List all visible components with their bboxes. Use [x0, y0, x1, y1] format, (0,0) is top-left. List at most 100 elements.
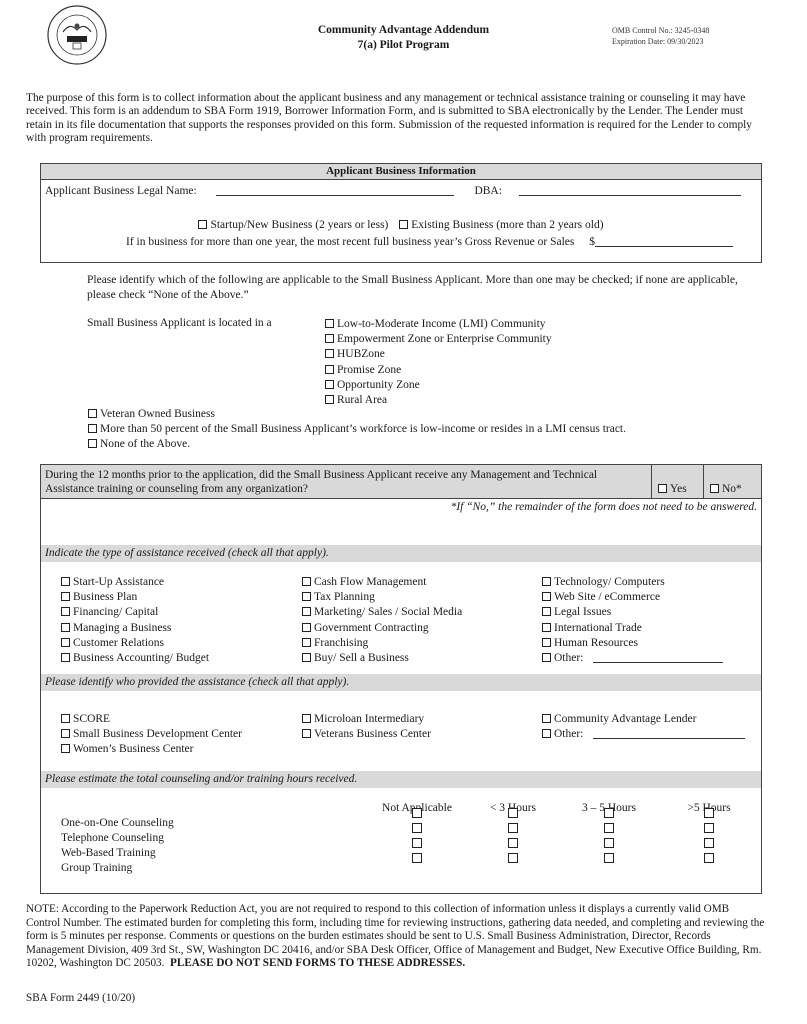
checkbox-label: Tax Planning [314, 591, 375, 604]
checkbox-item-low-to-moderate-income-lmi-community[interactable]: Low-to-Moderate Income (LMI) Community [325, 317, 552, 332]
checkbox-item-business-plan[interactable]: Business Plan [61, 590, 209, 605]
checkbox-item-franchising[interactable]: Franchising [302, 636, 462, 651]
checkbox-item-human-resources[interactable]: Human Resources [542, 636, 723, 651]
checkbox-label: Business Accounting/ Budget [73, 652, 210, 665]
hours-checkbox-web-based-training-0[interactable] [412, 838, 422, 848]
checkbox-item-customer-relations[interactable]: Customer Relations [61, 636, 209, 651]
hours-checkbox-group-training-2[interactable] [604, 853, 614, 863]
checkbox[interactable] [325, 395, 334, 405]
checkbox-item-tax-planning[interactable]: Tax Planning [302, 590, 462, 605]
checkbox[interactable] [542, 729, 551, 739]
hours-checkbox-telephone-counseling-2[interactable] [604, 823, 614, 833]
checkbox[interactable] [302, 714, 311, 723]
hours-checkbox-group-training-3[interactable] [704, 853, 714, 863]
other-field[interactable] [593, 651, 724, 664]
checkbox-item-veteran-owned-business[interactable]: Veteran Owned Business [88, 407, 626, 422]
checkbox[interactable] [325, 364, 334, 374]
checkbox[interactable] [88, 424, 97, 433]
checkbox[interactable] [61, 637, 70, 647]
checkbox-item-legal-issues[interactable]: Legal Issues [542, 605, 723, 620]
checkbox-label: HUBZone [337, 348, 385, 361]
checkbox[interactable] [61, 653, 70, 663]
provider-column: Microloan Intermediary Veterans Business … [302, 712, 431, 742]
checkbox[interactable] [542, 637, 551, 647]
checkbox[interactable] [61, 729, 70, 739]
checkbox[interactable] [302, 653, 311, 663]
checkbox-item-rural-area[interactable]: Rural Area [325, 393, 552, 408]
checkbox-item-other[interactable]: Other: [542, 727, 746, 742]
checkbox-item-women-s-business-center[interactable]: Women’s Business Center [61, 742, 242, 757]
checkbox-item-buy-sell-a-business[interactable]: Buy/ Sell a Business [302, 651, 462, 666]
checkbox-item-marketing-sales-social-media[interactable]: Marketing/ Sales / Social Media [302, 605, 462, 620]
checkbox-label: Microloan Intermediary [314, 713, 425, 725]
hours-checkbox-one-on-one-counseling-1[interactable] [508, 808, 518, 818]
startup-checkbox[interactable] [198, 220, 208, 229]
checkbox[interactable] [542, 653, 551, 663]
checkbox[interactable] [61, 592, 70, 602]
checkbox-item-small-business-development-center[interactable]: Small Business Development Center [61, 727, 242, 742]
hours-checkbox-web-based-training-1[interactable] [508, 838, 518, 848]
checkbox[interactable] [61, 744, 70, 754]
checkbox-item-business-accounting-budget[interactable]: Business Accounting/ Budget [61, 651, 209, 666]
hours-checkbox-telephone-counseling-0[interactable] [412, 823, 422, 833]
checkbox-item-technology-computers[interactable]: Technology/ Computers [542, 575, 723, 590]
checkbox-item-government-contracting[interactable]: Government Contracting [302, 621, 462, 636]
checkbox[interactable] [88, 409, 97, 418]
checkbox[interactable] [302, 637, 311, 647]
checkbox-item-financing-capital[interactable]: Financing/ Capital [61, 605, 209, 620]
checkbox[interactable] [61, 577, 70, 586]
hours-checkbox-web-based-training-2[interactable] [604, 838, 614, 848]
checkbox[interactable] [325, 334, 334, 344]
checkbox-item-community-advantage-lender[interactable]: Community Advantage Lender [542, 712, 745, 727]
other-field[interactable] [593, 727, 746, 740]
hours-checkbox-group-training-0[interactable] [412, 853, 422, 863]
checkbox-item-managing-a-business[interactable]: Managing a Business [61, 621, 209, 636]
checkbox[interactable] [325, 349, 334, 359]
no-checkbox[interactable] [710, 484, 719, 493]
checkbox[interactable] [542, 607, 551, 617]
hours-row-label: Web-Based Training [61, 847, 156, 859]
checkbox[interactable] [302, 607, 311, 617]
checkbox[interactable] [542, 577, 551, 586]
checkbox[interactable] [542, 622, 551, 632]
checkbox-item-promise-zone[interactable]: Promise Zone [325, 363, 552, 378]
hours-checkbox-web-based-training-3[interactable] [704, 838, 714, 848]
checkbox-item-veterans-business-center[interactable]: Veterans Business Center [302, 727, 431, 742]
checkbox[interactable] [325, 319, 334, 328]
checkbox[interactable] [302, 622, 311, 632]
checkbox[interactable] [542, 714, 551, 723]
checkbox[interactable] [61, 714, 70, 723]
hours-checkbox-telephone-counseling-1[interactable] [508, 823, 518, 833]
checkbox[interactable] [302, 577, 311, 586]
checkbox-item-score[interactable]: SCORE [61, 712, 242, 727]
checkbox-item-other[interactable]: Other: [542, 651, 724, 666]
located-label: Small Business Applicant is located in a [87, 317, 272, 329]
hours-checkbox-one-on-one-counseling-0[interactable] [412, 808, 422, 818]
hours-checkbox-one-on-one-counseling-3[interactable] [704, 808, 714, 818]
hours-checkbox-one-on-one-counseling-2[interactable] [604, 808, 614, 818]
checkbox[interactable] [88, 439, 97, 448]
checkbox[interactable] [302, 729, 311, 739]
checkbox-item-start-up-assistance[interactable]: Start-Up Assistance [61, 575, 209, 590]
checkbox-item-more-than-50-percent-of-the-small-business-applicant-s-workforce-is-low-income-or-resides-in-a-lmi-census-tract[interactable]: More than 50 percent of the Small Busine… [88, 422, 626, 437]
checkbox-item-none-of-the-above[interactable]: None of the Above. [88, 437, 626, 452]
hours-checkbox-group-training-1[interactable] [508, 853, 518, 863]
checkbox-item-hubzone[interactable]: HUBZone [325, 347, 552, 362]
checkbox-item-cash-flow-management[interactable]: Cash Flow Management [302, 575, 462, 590]
checkbox-item-web-site-ecommerce[interactable]: Web Site / eCommerce [542, 590, 723, 605]
checkbox[interactable] [61, 622, 70, 632]
checkbox[interactable] [542, 592, 551, 602]
checkbox[interactable] [302, 592, 311, 602]
checkbox-item-international-trade[interactable]: International Trade [542, 621, 723, 636]
legal-name-field[interactable] [215, 184, 454, 196]
checkbox[interactable] [61, 607, 70, 617]
checkbox-item-opportunity-zone[interactable]: Opportunity Zone [325, 378, 552, 393]
checkbox-item-microloan-intermediary[interactable]: Microloan Intermediary [302, 712, 431, 727]
dba-field[interactable] [518, 184, 741, 196]
yes-checkbox[interactable] [658, 484, 667, 493]
revenue-field[interactable] [594, 235, 733, 247]
checkbox-item-empowerment-zone-or-enterprise-community[interactable]: Empowerment Zone or Enterprise Community [325, 332, 552, 347]
hours-checkbox-telephone-counseling-3[interactable] [704, 823, 714, 833]
existing-checkbox[interactable] [399, 220, 409, 229]
checkbox[interactable] [325, 379, 334, 389]
